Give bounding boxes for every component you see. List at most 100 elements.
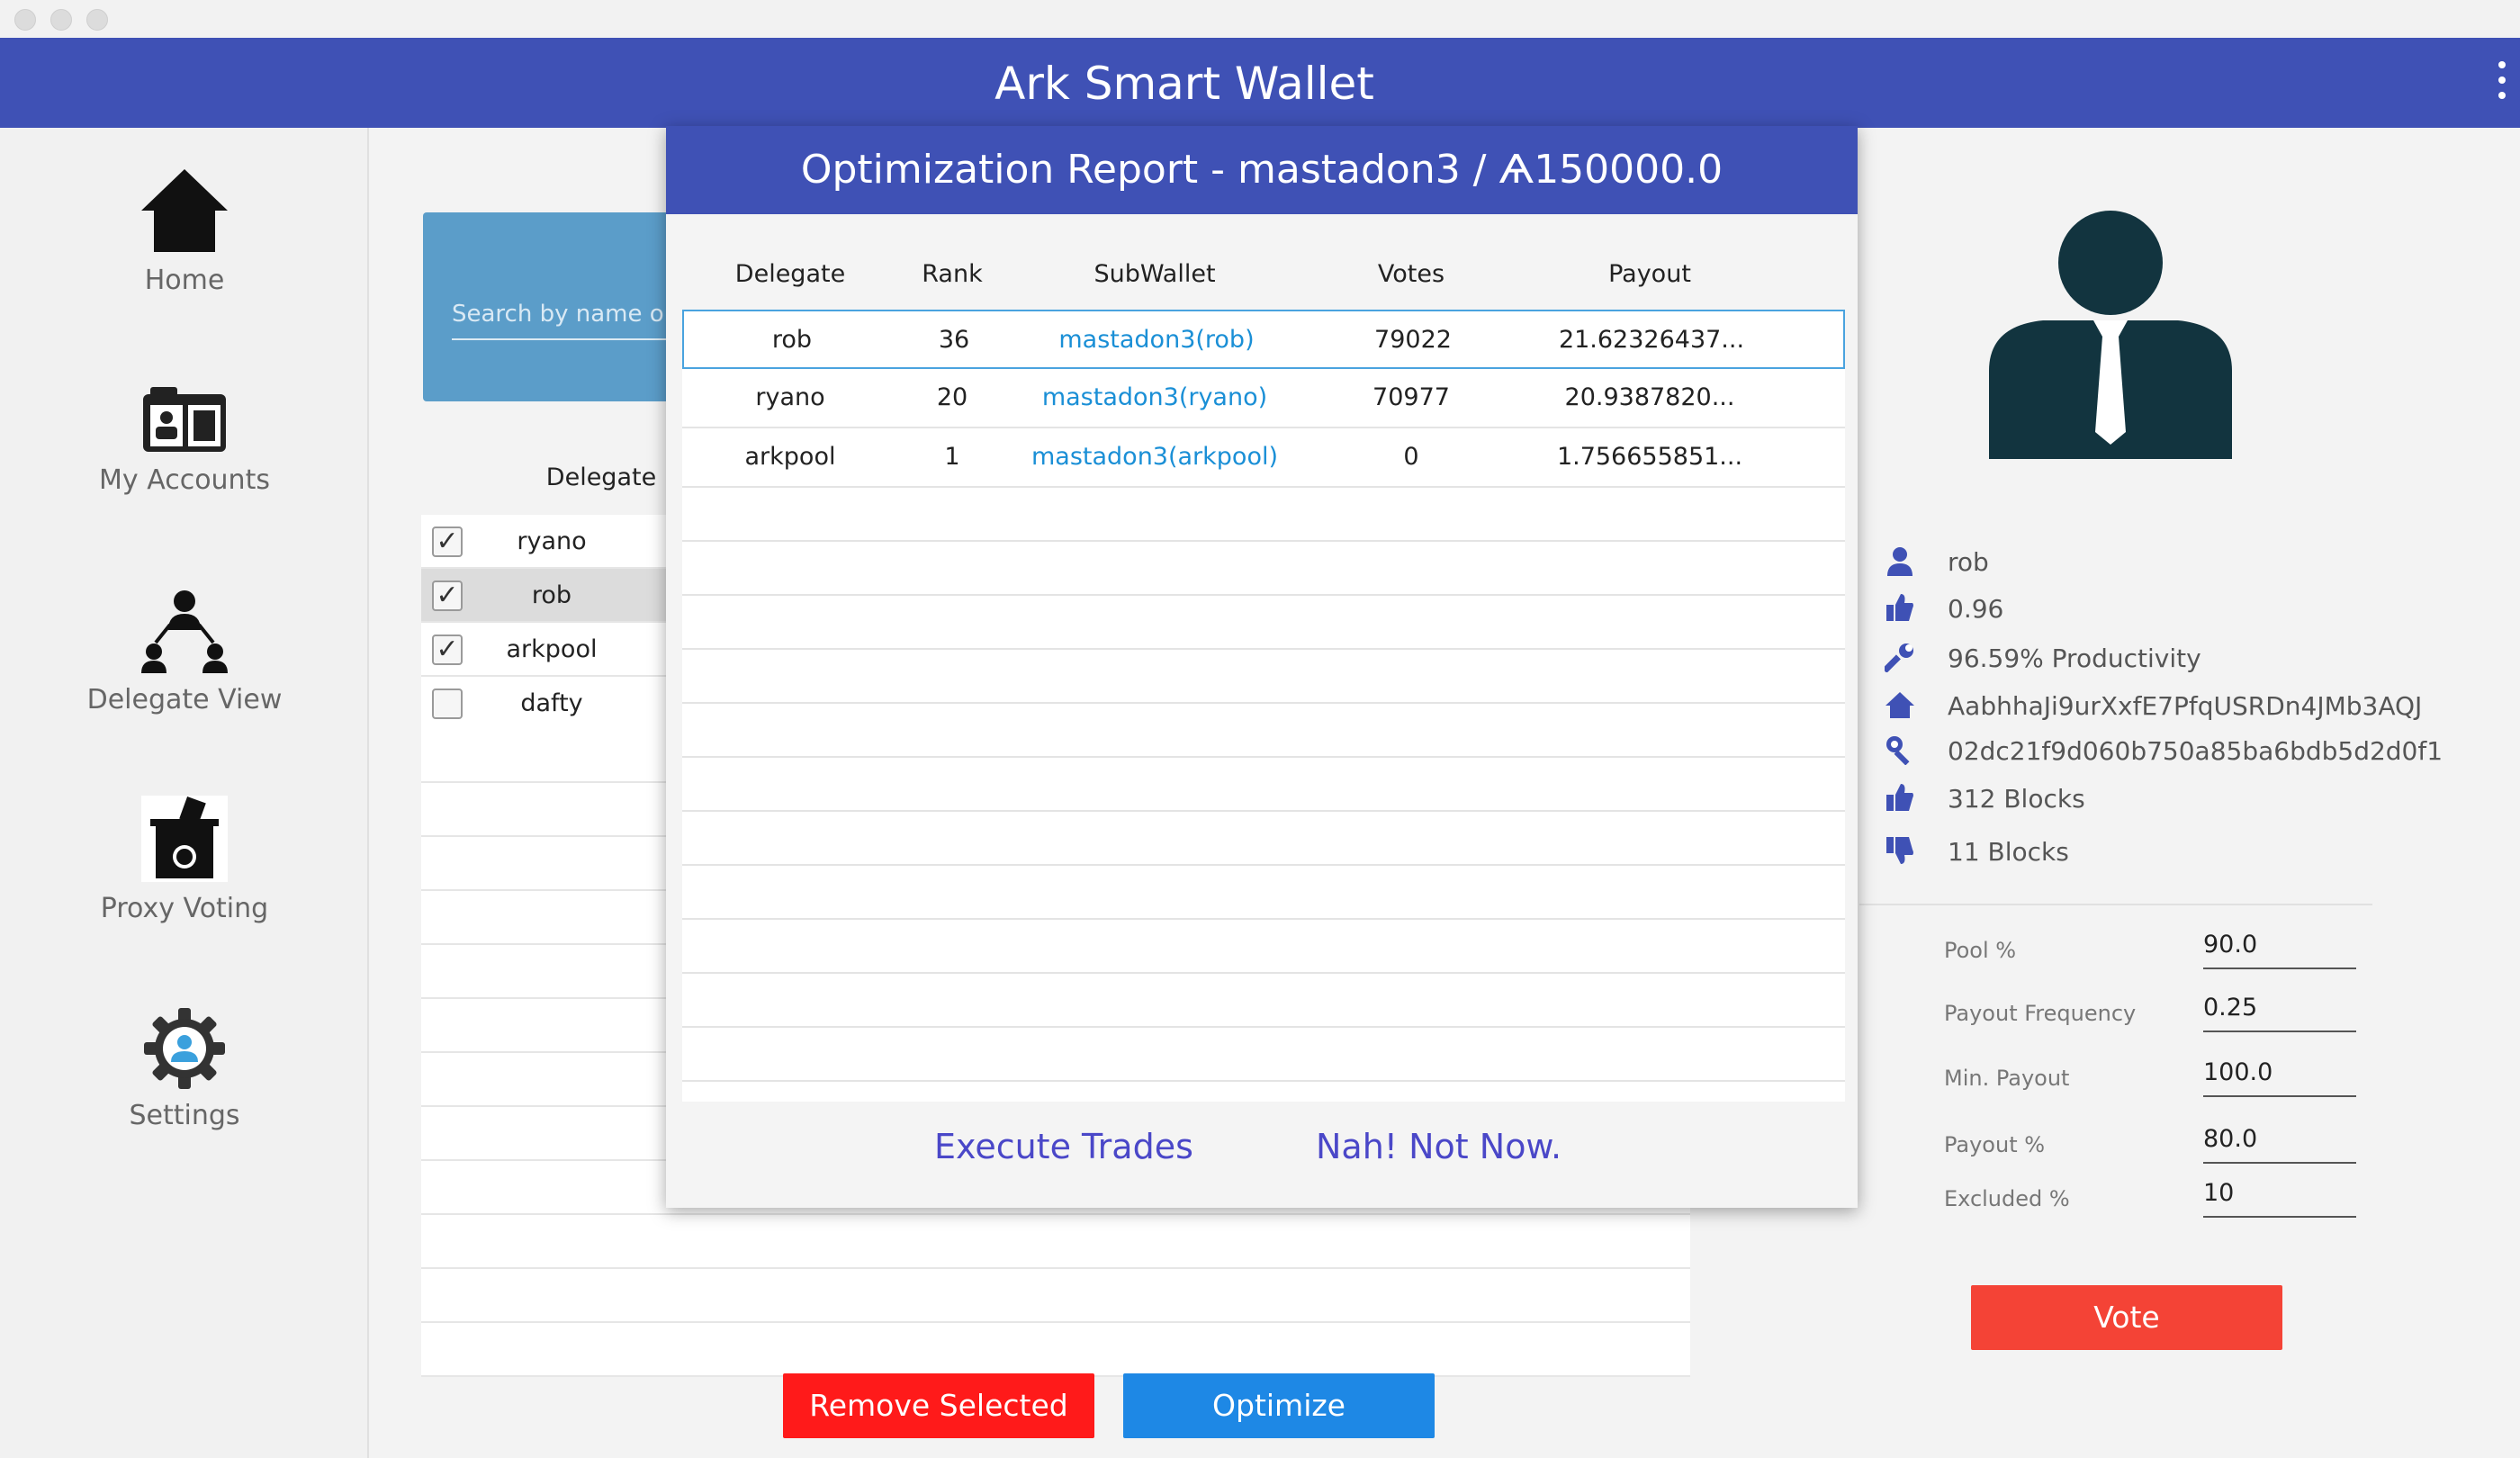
- zoom-window-button[interactable]: [86, 9, 108, 31]
- empty-row: [682, 974, 1845, 1028]
- dismiss-button[interactable]: Nah! Not Now.: [1316, 1127, 1562, 1166]
- column-header-delegate: Delegate: [734, 260, 846, 288]
- profile-missed-blocks: 11 Blocks: [1948, 837, 2069, 867]
- user-icon: [1887, 547, 1912, 576]
- profile-approval: 0.96: [1948, 594, 2004, 624]
- cell-delegate: rob: [771, 326, 813, 354]
- settings-icon: [144, 1008, 225, 1089]
- table-row[interactable]: arkpool 1 mastadon3(arkpool) 0 1.7566558…: [682, 428, 1845, 488]
- home-icon: [1886, 692, 1914, 718]
- empty-row: [682, 488, 1845, 542]
- profile-productivity-row: 96.59% Productivity: [1885, 636, 2520, 681]
- cell-payout: 21.62326437...: [1558, 326, 1745, 354]
- pool-percent-input[interactable]: 90.0: [2203, 931, 2356, 969]
- payout-frequency-input[interactable]: 0.25: [2203, 994, 2356, 1032]
- row-checkbox[interactable]: [432, 688, 463, 719]
- thumbs-down-icon: [1886, 837, 1913, 864]
- thumbs-up-icon: [1886, 594, 1913, 621]
- sidebar-item-my-accounts[interactable]: My Accounts: [0, 385, 369, 496]
- empty-row: [682, 596, 1845, 650]
- sidebar-item-label: Settings: [129, 1100, 240, 1131]
- empty-row: [682, 1082, 1845, 1102]
- cell-rank: 36: [938, 326, 970, 354]
- row-checkbox[interactable]: ✓: [432, 634, 463, 665]
- optimize-button[interactable]: Optimize: [1123, 1373, 1435, 1438]
- column-header-payout: Payout: [1608, 260, 1691, 288]
- sidebar-item-label: Home: [144, 265, 225, 296]
- min-payout-input[interactable]: 100.0: [2203, 1058, 2356, 1097]
- empty-row: [682, 812, 1845, 866]
- sidebar-item-settings[interactable]: Settings: [0, 1008, 369, 1131]
- cell-subwallet-link[interactable]: mastadon3(rob): [1008, 311, 1305, 369]
- min-payout-field: Min. Payout 100.0: [1944, 1051, 2358, 1105]
- app-title: Ark Smart Wallet: [994, 58, 1374, 110]
- empty-row: [682, 542, 1845, 596]
- execute-trades-button[interactable]: Execute Trades: [934, 1127, 1193, 1166]
- profile-address-row: AabhhaJi9urXxfE7PfqUSRDn4JMb3AQJ: [1885, 684, 2520, 729]
- divider: [1859, 904, 2372, 905]
- sidebar-item-label: Delegate View: [86, 684, 283, 716]
- row-checkbox[interactable]: ✓: [432, 526, 463, 557]
- empty-row: [682, 758, 1845, 812]
- ballot-box-icon: [141, 796, 228, 882]
- sidebar-item-label: Proxy Voting: [100, 893, 269, 924]
- optimization-report-dialog: Optimization Report - mastadon3 / Ѧ15000…: [666, 126, 1858, 1208]
- profile-name-row: rob: [1885, 540, 2520, 585]
- sidebar-item-home[interactable]: Home: [0, 167, 369, 296]
- close-window-button[interactable]: [14, 9, 36, 31]
- delegate-name: dafty: [520, 689, 583, 717]
- delegate-name: arkpool: [506, 635, 598, 663]
- accounts-icon: [143, 387, 226, 452]
- more-options-icon[interactable]: [2498, 61, 2507, 107]
- table-row[interactable]: ryano 20 mastadon3(ryano) 70977 20.93878…: [682, 369, 1845, 428]
- empty-row: [682, 866, 1845, 920]
- key-icon: [1886, 736, 1910, 765]
- empty-row: [421, 1215, 1690, 1269]
- cell-rank: 1: [944, 443, 960, 471]
- field-label: Payout Frequency: [1944, 1001, 2137, 1026]
- profile-missed-row: 11 Blocks: [1885, 830, 2520, 875]
- window-titlebar: [0, 0, 2520, 38]
- profile-public-key-row: 02dc21f9d060b750a85ba6bdb5d2d0f1: [1885, 729, 2520, 774]
- cell-delegate: arkpool: [744, 443, 836, 471]
- field-label: Excluded %: [1944, 1186, 2070, 1211]
- table-row[interactable]: rob 36 mastadon3(rob) 79022 21.62326437.…: [682, 310, 1845, 369]
- thumbs-up-icon: [1886, 784, 1913, 811]
- app-bar: Ark Smart Wallet: [0, 38, 2520, 128]
- sidebar: Home My Accounts Delegate View Proxy Vot…: [0, 128, 369, 1458]
- profile-approval-row: 0.96: [1885, 587, 2520, 632]
- sidebar-item-delegate-view[interactable]: Delegate View: [0, 587, 369, 716]
- report-table-header: Delegate Rank SubWallet Votes Payout: [682, 239, 1845, 310]
- column-header-subwallet: SubWallet: [1094, 260, 1216, 288]
- cell-subwallet-link[interactable]: mastadon3(arkpool): [1006, 428, 1303, 486]
- home-icon: [141, 169, 228, 252]
- cell-votes: 70977: [1372, 383, 1450, 411]
- sidebar-item-proxy-voting[interactable]: Proxy Voting: [0, 796, 369, 924]
- field-label: Payout %: [1944, 1132, 2046, 1157]
- cell-payout: 20.9387820...: [1564, 383, 1735, 411]
- excluded-percent-input[interactable]: 10: [2203, 1179, 2356, 1218]
- profile-public-key: 02dc21f9d060b750a85ba6bdb5d2d0f1: [1948, 736, 2444, 766]
- payout-frequency-field: Payout Frequency 0.25: [1944, 986, 2358, 1040]
- empty-row: [682, 704, 1845, 758]
- profile-productivity: 96.59% Productivity: [1948, 644, 2201, 673]
- row-checkbox[interactable]: ✓: [432, 580, 463, 611]
- delegate-name: rob: [531, 581, 572, 609]
- empty-row: [682, 1028, 1845, 1082]
- wrench-icon: [1885, 644, 1913, 672]
- vote-button[interactable]: Vote: [1971, 1285, 2282, 1350]
- profile-forged-row: 312 Blocks: [1885, 777, 2520, 822]
- cell-delegate: ryano: [755, 383, 825, 411]
- cell-votes: 79022: [1374, 326, 1452, 354]
- delegate-name: ryano: [517, 527, 587, 555]
- empty-row: [682, 650, 1845, 704]
- field-label: Pool %: [1944, 938, 2017, 963]
- delegate-avatar-icon: [1989, 211, 2232, 459]
- cell-rank: 20: [936, 383, 968, 411]
- remove-selected-button[interactable]: Remove Selected: [783, 1373, 1094, 1438]
- minimize-window-button[interactable]: [50, 9, 72, 31]
- payout-percent-input[interactable]: 80.0: [2203, 1125, 2356, 1164]
- excluded-percent-field: Excluded % 10: [1944, 1172, 2358, 1226]
- cell-subwallet-link[interactable]: mastadon3(ryano): [1006, 369, 1303, 427]
- column-header-votes: Votes: [1377, 260, 1445, 288]
